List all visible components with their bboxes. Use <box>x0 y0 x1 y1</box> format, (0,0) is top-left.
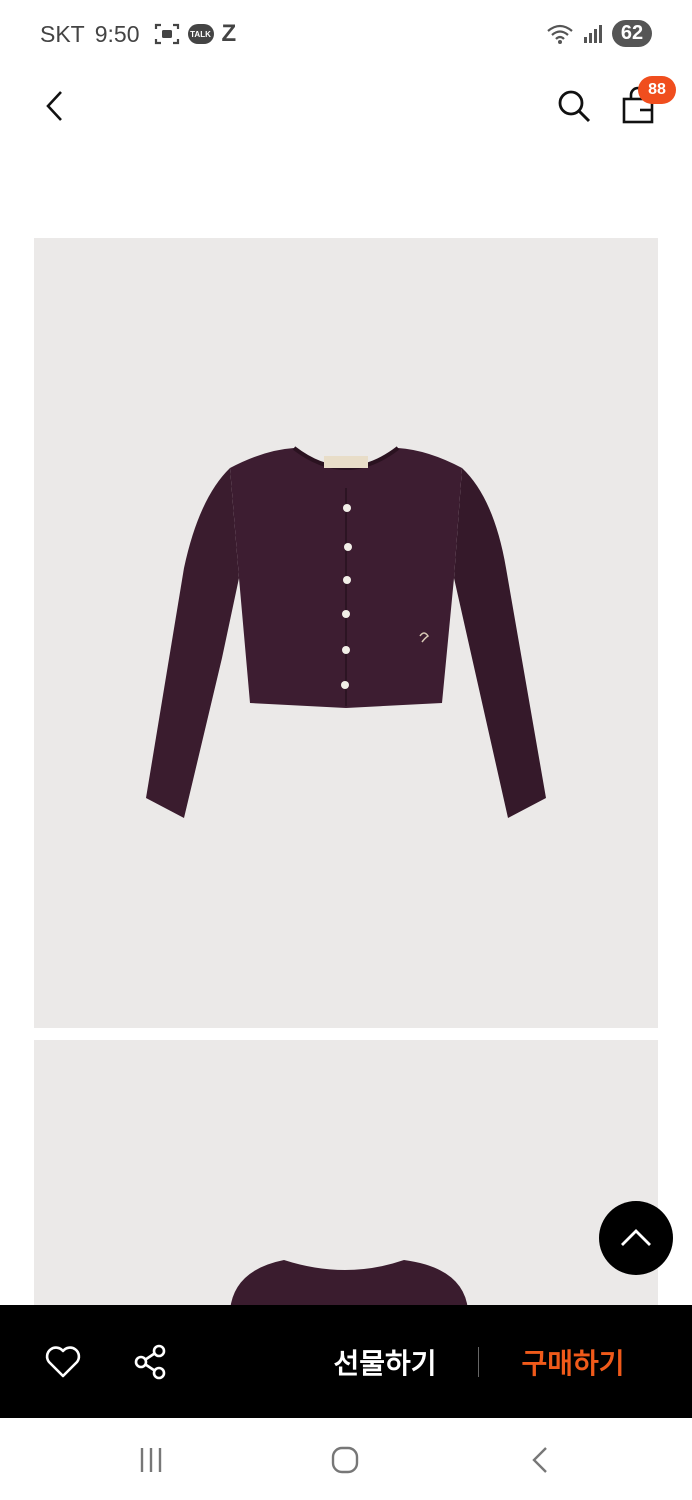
chevron-up-icon <box>621 1229 651 1246</box>
action-divider <box>478 1347 479 1377</box>
back-arrow-icon <box>46 91 62 121</box>
product-image-front[interactable] <box>34 238 658 1028</box>
carrier-label: SKT <box>40 20 85 47</box>
system-back-button[interactable] <box>520 1440 560 1480</box>
status-left: SKT 9:50 TALK Z <box>40 20 236 48</box>
cardigan-front-image <box>146 446 546 818</box>
status-bar: SKT 9:50 TALK Z 62 <box>0 0 692 70</box>
cardigan-back-image <box>230 1260 468 1310</box>
app-header: 88 <box>0 70 692 150</box>
product-image-back[interactable] <box>34 1040 658 1310</box>
screenshot-icon <box>154 23 179 45</box>
recent-apps-icon <box>140 1448 162 1472</box>
share-button[interactable] <box>132 1343 170 1381</box>
system-nav-bar <box>0 1418 692 1500</box>
back-button[interactable] <box>34 86 74 126</box>
z-app-icon: Z <box>221 20 237 47</box>
recent-apps-button[interactable] <box>131 1440 171 1480</box>
home-icon <box>331 1446 359 1474</box>
notification-icons: TALK Z <box>154 20 237 48</box>
heart-icon <box>45 1346 81 1378</box>
back-icon <box>532 1447 547 1473</box>
signal-icon <box>584 24 602 43</box>
scroll-to-top-button[interactable] <box>599 1201 673 1275</box>
gift-button[interactable]: 선물하기 <box>300 1335 470 1389</box>
search-button[interactable] <box>554 86 594 126</box>
search-icon <box>558 90 591 123</box>
share-icon <box>134 1344 166 1380</box>
buy-button[interactable]: 구매하기 <box>488 1335 658 1389</box>
battery-icon: 62 <box>612 20 652 47</box>
status-right: 62 <box>546 20 652 47</box>
wishlist-button[interactable] <box>44 1343 82 1381</box>
clock: 9:50 <box>94 20 140 47</box>
kakaotalk-icon: TALK <box>187 24 214 44</box>
purchase-action-bar: 선물하기 구매하기 <box>0 1305 692 1418</box>
cart-count-badge: 88 <box>638 76 676 104</box>
home-button[interactable] <box>325 1440 365 1480</box>
wifi-icon <box>547 24 573 44</box>
